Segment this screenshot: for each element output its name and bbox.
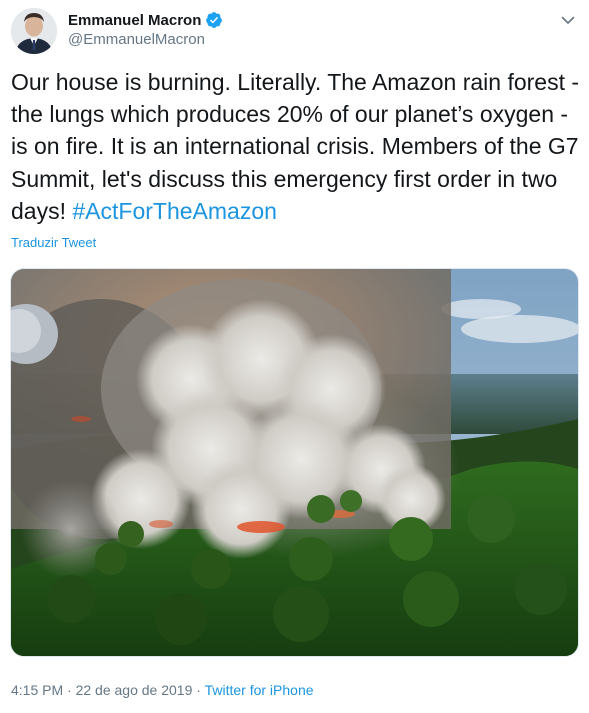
tweet-photo[interactable]	[10, 268, 579, 657]
author-handle[interactable]: @EmmanuelMacron	[68, 31, 205, 48]
meta-separator: ·	[192, 682, 205, 698]
tweet-date[interactable]: 22 de ago de 2019	[76, 682, 193, 698]
hashtag-link[interactable]: #ActForTheAmazon	[72, 198, 277, 224]
author-display-name[interactable]: Emmanuel Macron	[68, 12, 201, 29]
verified-badge-icon	[205, 11, 223, 29]
translate-tweet-link[interactable]: Traduzir Tweet	[11, 235, 96, 250]
author-name-row: Emmanuel Macron	[68, 11, 223, 29]
tweet-source-link[interactable]: Twitter for iPhone	[205, 682, 314, 698]
tweet-text: Our house is burning. Literally. The Ama…	[11, 66, 583, 227]
tweet-meta: 4:15 PM · 22 de ago de 2019 · Twitter fo…	[11, 682, 314, 698]
meta-separator: ·	[63, 682, 76, 698]
avatar[interactable]	[11, 8, 57, 54]
tweet-time[interactable]: 4:15 PM	[11, 682, 63, 698]
chevron-down-icon[interactable]	[559, 11, 577, 29]
